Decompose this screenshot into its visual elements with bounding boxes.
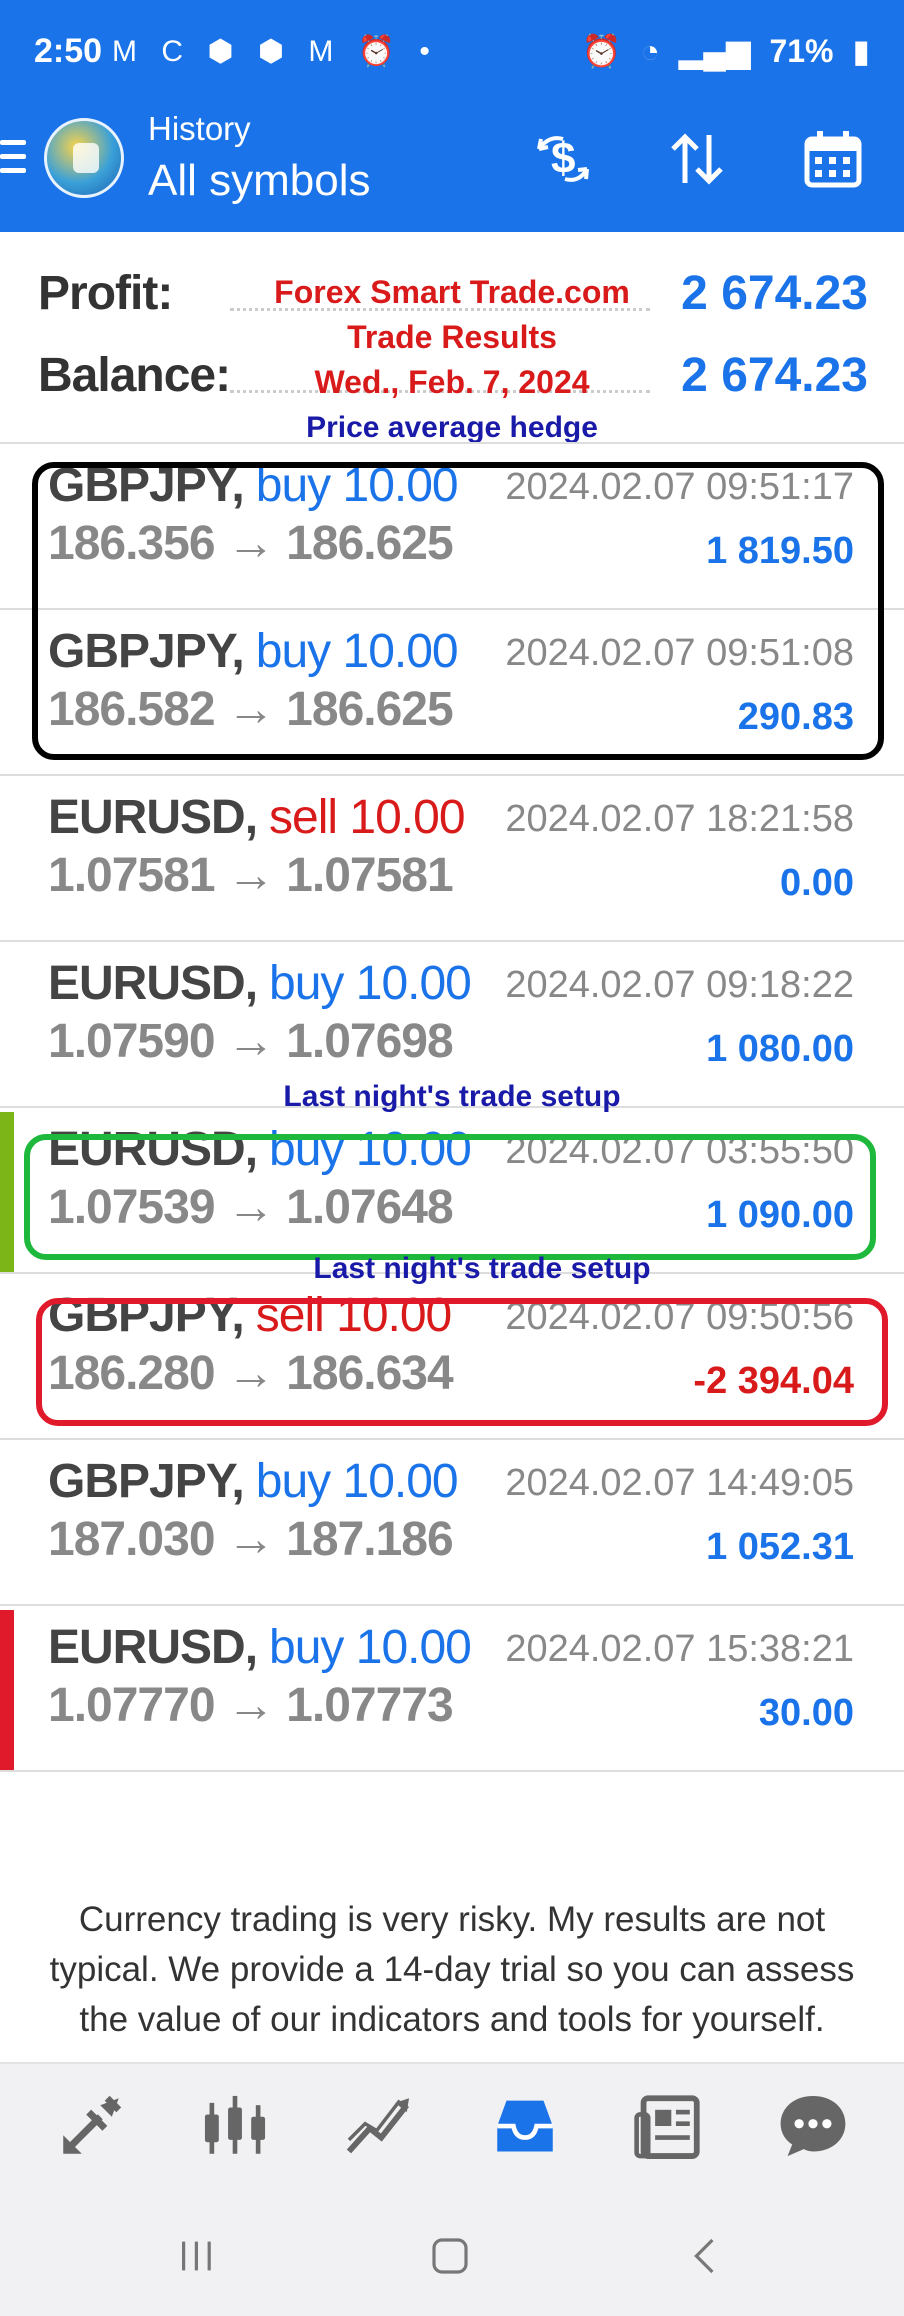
sort-icon[interactable] xyxy=(662,124,732,194)
svg-text:$: $ xyxy=(551,134,575,183)
trade-pnl: 1 052.31 xyxy=(706,1526,854,1568)
trade-prices: 1.07770 → 1.07773 xyxy=(48,1679,454,1732)
promo-line-3: Wed., Feb. 7, 2024 xyxy=(314,364,590,400)
trade-row[interactable]: EURUSD, sell 10.00 1.07581 → 1.07581 2024… xyxy=(0,776,904,942)
calendar-icon[interactable] xyxy=(798,124,868,194)
trade-side: sell 10.00 xyxy=(269,791,465,844)
header-subtitle: History xyxy=(148,110,251,147)
trade-pnl: 0.00 xyxy=(780,862,854,904)
trade-symbol: EURUSD, xyxy=(48,1621,258,1674)
chart-icon[interactable] xyxy=(190,2086,280,2166)
battery-text: 71% xyxy=(769,33,834,69)
dollar-exchange-icon[interactable]: $ xyxy=(528,124,598,194)
wifi-icon: ◔ xyxy=(640,33,660,69)
trade-symbol: GBPJPY, xyxy=(48,1455,245,1508)
system-navigation-bar xyxy=(0,2192,904,2316)
alarm-icon: ⏰ xyxy=(581,33,622,69)
trade-symbol: EURUSD, xyxy=(48,791,258,844)
setup-highlight-box-green xyxy=(24,1134,876,1260)
trade-side: buy 10.00 xyxy=(269,1621,472,1674)
status-bar: 2:50 M C ⬢ ⬢ M ⏰ • ⏰ ◔ ▂▄▆ 71% ▮ xyxy=(0,0,904,110)
chat-icon[interactable] xyxy=(768,2086,858,2166)
trade-pnl: 30.00 xyxy=(758,1692,854,1734)
trade-prices: 187.030 → 187.186 xyxy=(48,1513,454,1566)
trade-flag-green xyxy=(0,1112,14,1272)
trade-date: 2024.02.07 15:38:21 xyxy=(505,1628,854,1670)
trade-date: 2024.02.07 18:21:58 xyxy=(505,798,854,840)
recent-apps-icon[interactable] xyxy=(168,2226,228,2286)
trade-row[interactable]: EURUSD, buy 10.00 1.07770 → 1.07773 2024.… xyxy=(0,1606,904,1772)
promo-line-4: Price average hedge xyxy=(306,411,598,444)
trade-side: buy 10.00 xyxy=(255,1455,459,1508)
trade-pnl: 1 080.00 xyxy=(706,1028,854,1070)
promo-line-1: Forex Smart Trade.com xyxy=(274,274,630,310)
app-header: History All symbols $ xyxy=(0,110,904,232)
analytics-icon[interactable] xyxy=(334,2086,424,2166)
trade-symbol: EURUSD, xyxy=(48,957,258,1010)
trade-prices: 1.07590 → 1.07698 xyxy=(48,1015,454,1068)
notification-icons: M C ⬢ ⬢ M ⏰ • xyxy=(112,35,438,68)
annotation-setup-1: Last night's trade setup xyxy=(283,1080,621,1113)
disclaimer-text: Currency trading is very risky. My resul… xyxy=(49,1900,855,2039)
signal-icon: ▂▄▆ xyxy=(678,33,751,69)
trade-date: 2024.02.07 14:49:05 xyxy=(505,1462,854,1504)
annotation-setup-2: Last night's trade setup xyxy=(313,1252,651,1285)
trade-prices: 1.07581 → 1.07581 xyxy=(48,849,454,902)
promo-line-2: Trade Results xyxy=(347,319,557,355)
app-logo-icon xyxy=(44,118,124,198)
trade-row[interactable]: GBPJPY, buy 10.00 187.030 → 187.186 2024.… xyxy=(0,1440,904,1606)
trade-side: buy 10.00 xyxy=(269,957,472,1010)
battery-icon: ▮ xyxy=(852,33,870,69)
trade-icon[interactable] xyxy=(46,2086,136,2166)
trade-flag-red xyxy=(0,1610,14,1770)
status-right: ⏰ ◔ ▂▄▆ 71% ▮ xyxy=(572,32,870,70)
news-icon[interactable] xyxy=(624,2086,714,2166)
bottom-navigation xyxy=(0,2062,904,2192)
status-time: 2:50 xyxy=(34,32,103,70)
menu-icon[interactable] xyxy=(0,140,26,180)
hedge-highlight-box xyxy=(32,462,884,760)
setup-highlight-box-red xyxy=(36,1298,888,1426)
trade-date: 2024.02.07 09:18:22 xyxy=(505,964,854,1006)
history-icon[interactable] xyxy=(480,2086,570,2166)
header-title[interactable]: All symbols xyxy=(148,156,371,206)
back-icon[interactable] xyxy=(676,2226,736,2286)
home-icon[interactable] xyxy=(420,2226,480,2286)
